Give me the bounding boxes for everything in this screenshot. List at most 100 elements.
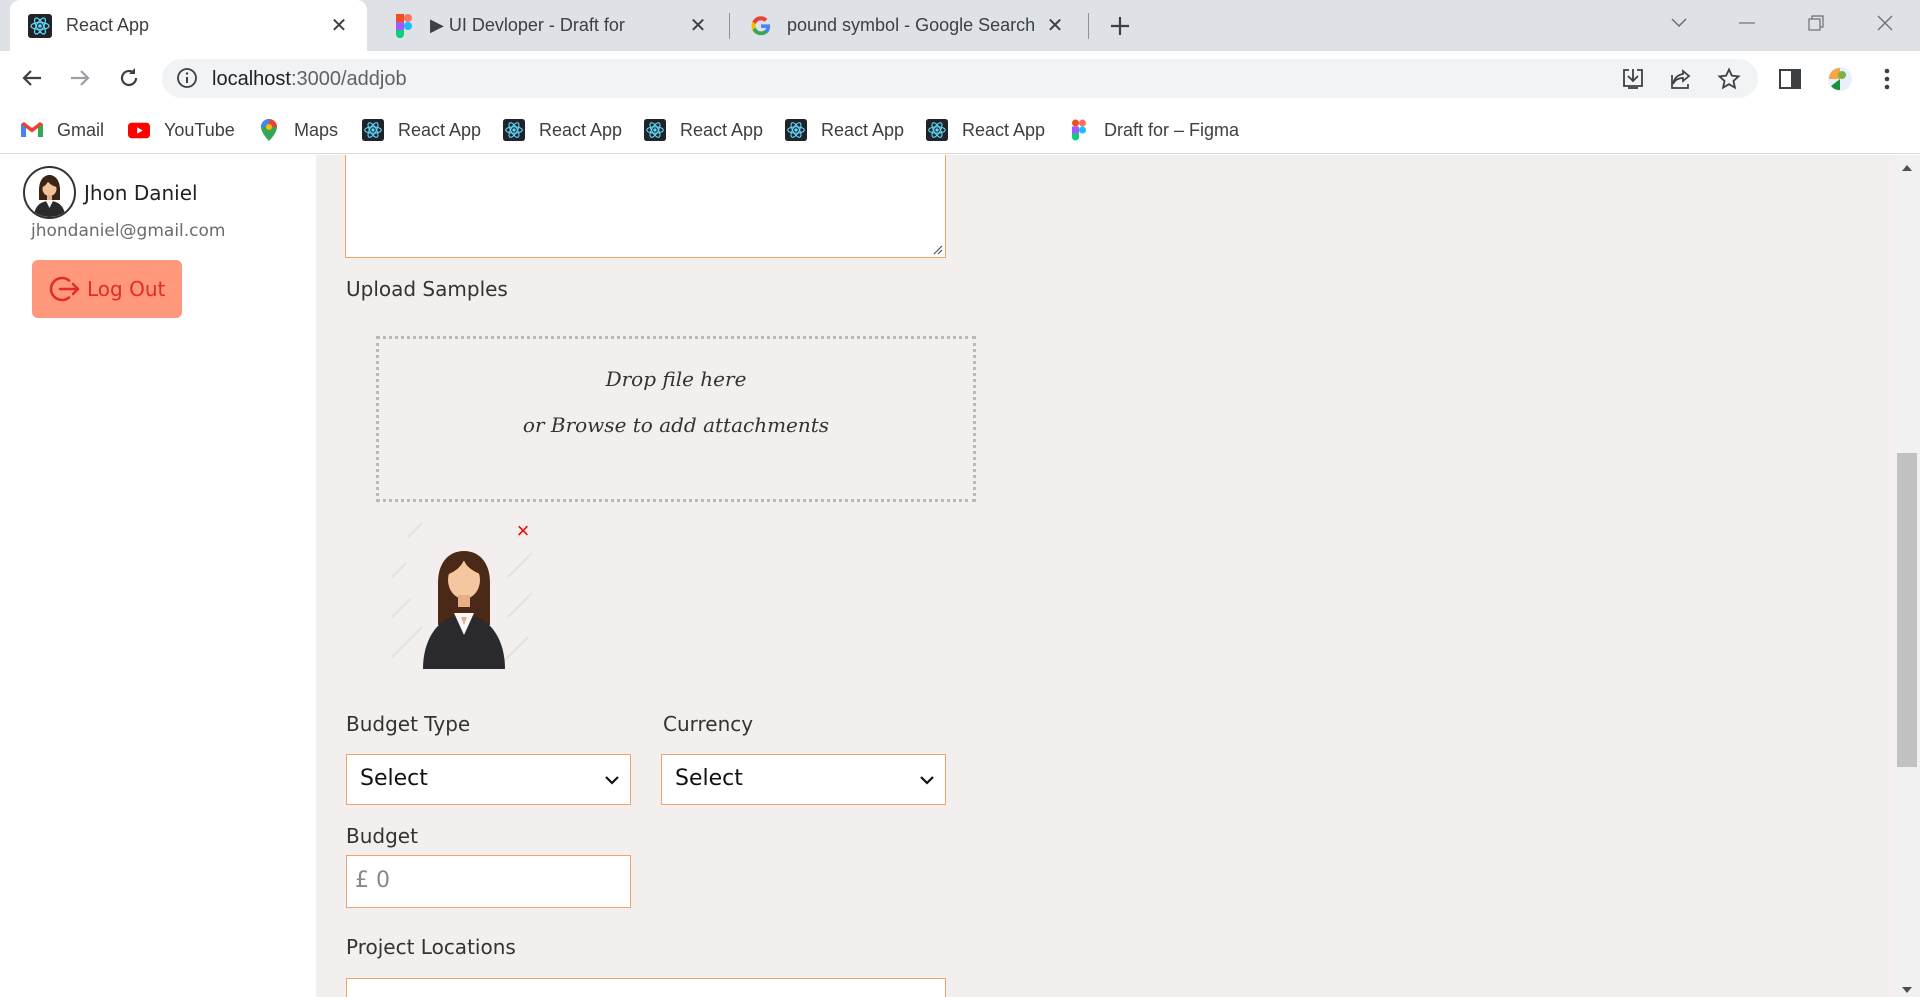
upload-samples-label: Upload Samples bbox=[346, 277, 508, 301]
close-icon[interactable]: ✕ bbox=[1043, 14, 1067, 38]
close-window-button[interactable] bbox=[1865, 8, 1905, 38]
close-icon[interactable]: ✕ bbox=[686, 14, 710, 38]
restore-button[interactable] bbox=[1796, 8, 1836, 38]
react-icon bbox=[785, 119, 807, 141]
url-host: localhost bbox=[212, 68, 291, 90]
tab-react-app[interactable]: React App ✕ bbox=[10, 0, 367, 51]
bookmarks-bar: Gmail YouTube Maps React App React App R… bbox=[0, 106, 1920, 154]
close-icon[interactable]: ✕ bbox=[327, 14, 351, 38]
url-path: :3000/addjob bbox=[290, 68, 407, 90]
tab-title: React App bbox=[66, 15, 150, 35]
budget-type-label: Budget Type bbox=[346, 712, 471, 736]
currency-select[interactable]: Select bbox=[661, 754, 946, 805]
scroll-down-icon[interactable] bbox=[1900, 985, 1914, 995]
woman-avatar-icon bbox=[34, 175, 65, 217]
more-vertical-icon bbox=[1884, 68, 1890, 90]
react-icon bbox=[926, 119, 948, 141]
bookmark-label: Gmail bbox=[57, 119, 105, 140]
currency-label: Currency bbox=[663, 712, 754, 736]
reload-icon bbox=[120, 68, 138, 87]
address-bar[interactable]: localhost:3000/addjob bbox=[162, 59, 1758, 98]
budget-input[interactable]: £ 0 bbox=[346, 855, 631, 908]
bookmark-react-app[interactable]: React App bbox=[362, 116, 481, 144]
bookmark-figma[interactable]: Draft for – Figma bbox=[1068, 116, 1239, 144]
tab-title: pound symbol - Google Search bbox=[787, 15, 1036, 35]
bookmark-label: Draft for – Figma bbox=[1104, 119, 1240, 140]
side-panel-icon bbox=[1779, 69, 1801, 89]
bookmark-maps[interactable]: Maps bbox=[258, 116, 338, 144]
scroll-up-icon[interactable] bbox=[1900, 163, 1914, 173]
reload-button[interactable] bbox=[111, 60, 147, 96]
bookmark-label: React App bbox=[539, 119, 623, 140]
budget-type-select[interactable]: Select bbox=[346, 754, 631, 805]
tab-google-search[interactable]: pound symbol - Google Search ✕ bbox=[731, 0, 1083, 51]
page-viewport: Jhon Daniel jhondaniel@gmail.com Log Out… bbox=[0, 155, 1920, 997]
tab-separator bbox=[729, 13, 730, 39]
file-dropzone[interactable]: Drop file here or Browse to add attachme… bbox=[376, 336, 976, 502]
bookmark-label: React App bbox=[680, 119, 764, 140]
chevron-down-icon bbox=[920, 776, 934, 785]
close-icon bbox=[1877, 15, 1893, 31]
bookmark-youtube[interactable]: YouTube bbox=[128, 116, 235, 144]
bookmark-react-app[interactable]: React App bbox=[785, 116, 904, 144]
arrow-left-icon bbox=[22, 70, 41, 86]
user-email: jhondaniel@gmail.com bbox=[31, 221, 226, 241]
star-icon bbox=[1717, 67, 1741, 90]
profile-button[interactable] bbox=[1826, 65, 1854, 93]
profile-avatar-icon bbox=[1828, 67, 1852, 91]
google-icon bbox=[749, 14, 773, 38]
side-panel-button[interactable] bbox=[1776, 65, 1804, 93]
figma-icon bbox=[1068, 119, 1090, 141]
plus-icon bbox=[1111, 17, 1129, 35]
new-tab-button[interactable] bbox=[1105, 11, 1135, 41]
browser-toolbar: localhost:3000/addjob bbox=[0, 51, 1920, 106]
tab-title: ▶ UI Devloper - Draft for bbox=[430, 15, 625, 35]
bookmark-label: React App bbox=[962, 119, 1046, 140]
bookmark-react-app[interactable]: React App bbox=[644, 116, 763, 144]
react-icon bbox=[503, 119, 525, 141]
share-button[interactable] bbox=[1668, 66, 1694, 92]
install-icon bbox=[1623, 69, 1643, 89]
chevron-down-icon bbox=[1671, 18, 1687, 28]
budget-placeholder: £ 0 bbox=[355, 868, 390, 893]
description-textarea[interactable] bbox=[345, 155, 946, 258]
scrollbar-thumb[interactable] bbox=[1897, 453, 1917, 767]
tab-search-button[interactable] bbox=[1659, 8, 1699, 38]
share-icon bbox=[1671, 69, 1691, 89]
figma-icon bbox=[392, 13, 416, 38]
remove-sample-button[interactable]: × bbox=[514, 520, 532, 542]
browse-attachments-link[interactable]: or Browse to add attachments bbox=[379, 413, 973, 437]
bookmark-label: YouTube bbox=[164, 119, 235, 140]
back-button[interactable] bbox=[14, 60, 50, 96]
minimize-icon bbox=[1739, 22, 1755, 24]
minimize-button[interactable] bbox=[1727, 8, 1767, 38]
react-icon bbox=[362, 119, 384, 141]
bookmark-gmail[interactable]: Gmail bbox=[21, 116, 104, 144]
info-icon[interactable] bbox=[176, 67, 198, 89]
resize-grip-icon[interactable] bbox=[931, 243, 943, 255]
forward-button[interactable] bbox=[62, 60, 98, 96]
tab-figma-draft[interactable]: ▶ UI Devloper - Draft for ✕ bbox=[374, 0, 726, 51]
user-avatar[interactable] bbox=[23, 166, 76, 219]
react-icon bbox=[644, 119, 666, 141]
chrome-menu-button[interactable] bbox=[1873, 65, 1901, 93]
bookmark-label: React App bbox=[398, 119, 482, 140]
gmail-icon bbox=[21, 119, 43, 141]
restore-icon bbox=[1808, 15, 1824, 31]
url-text[interactable]: localhost:3000/addjob bbox=[212, 68, 407, 91]
dropzone-text: Drop file here bbox=[605, 367, 747, 391]
bookmark-star-button[interactable] bbox=[1716, 66, 1742, 92]
tab-strip: React App ✕ ▶ UI Devloper - Draft for ✕ … bbox=[0, 0, 1920, 51]
sidebar: Jhon Daniel jhondaniel@gmail.com Log Out bbox=[0, 155, 316, 997]
arrow-right-icon bbox=[71, 70, 90, 86]
logout-button[interactable]: Log Out bbox=[32, 260, 182, 318]
chevron-down-icon bbox=[605, 776, 619, 785]
bookmark-react-app[interactable]: React App bbox=[926, 116, 1045, 144]
select-value: Select bbox=[360, 766, 428, 791]
install-app-button[interactable] bbox=[1620, 66, 1646, 92]
logout-label: Log Out bbox=[87, 277, 166, 301]
logout-icon bbox=[49, 276, 80, 302]
bookmark-react-app[interactable]: React App bbox=[503, 116, 622, 144]
project-locations-input[interactable] bbox=[346, 978, 946, 997]
user-name: Jhon Daniel bbox=[84, 181, 198, 205]
